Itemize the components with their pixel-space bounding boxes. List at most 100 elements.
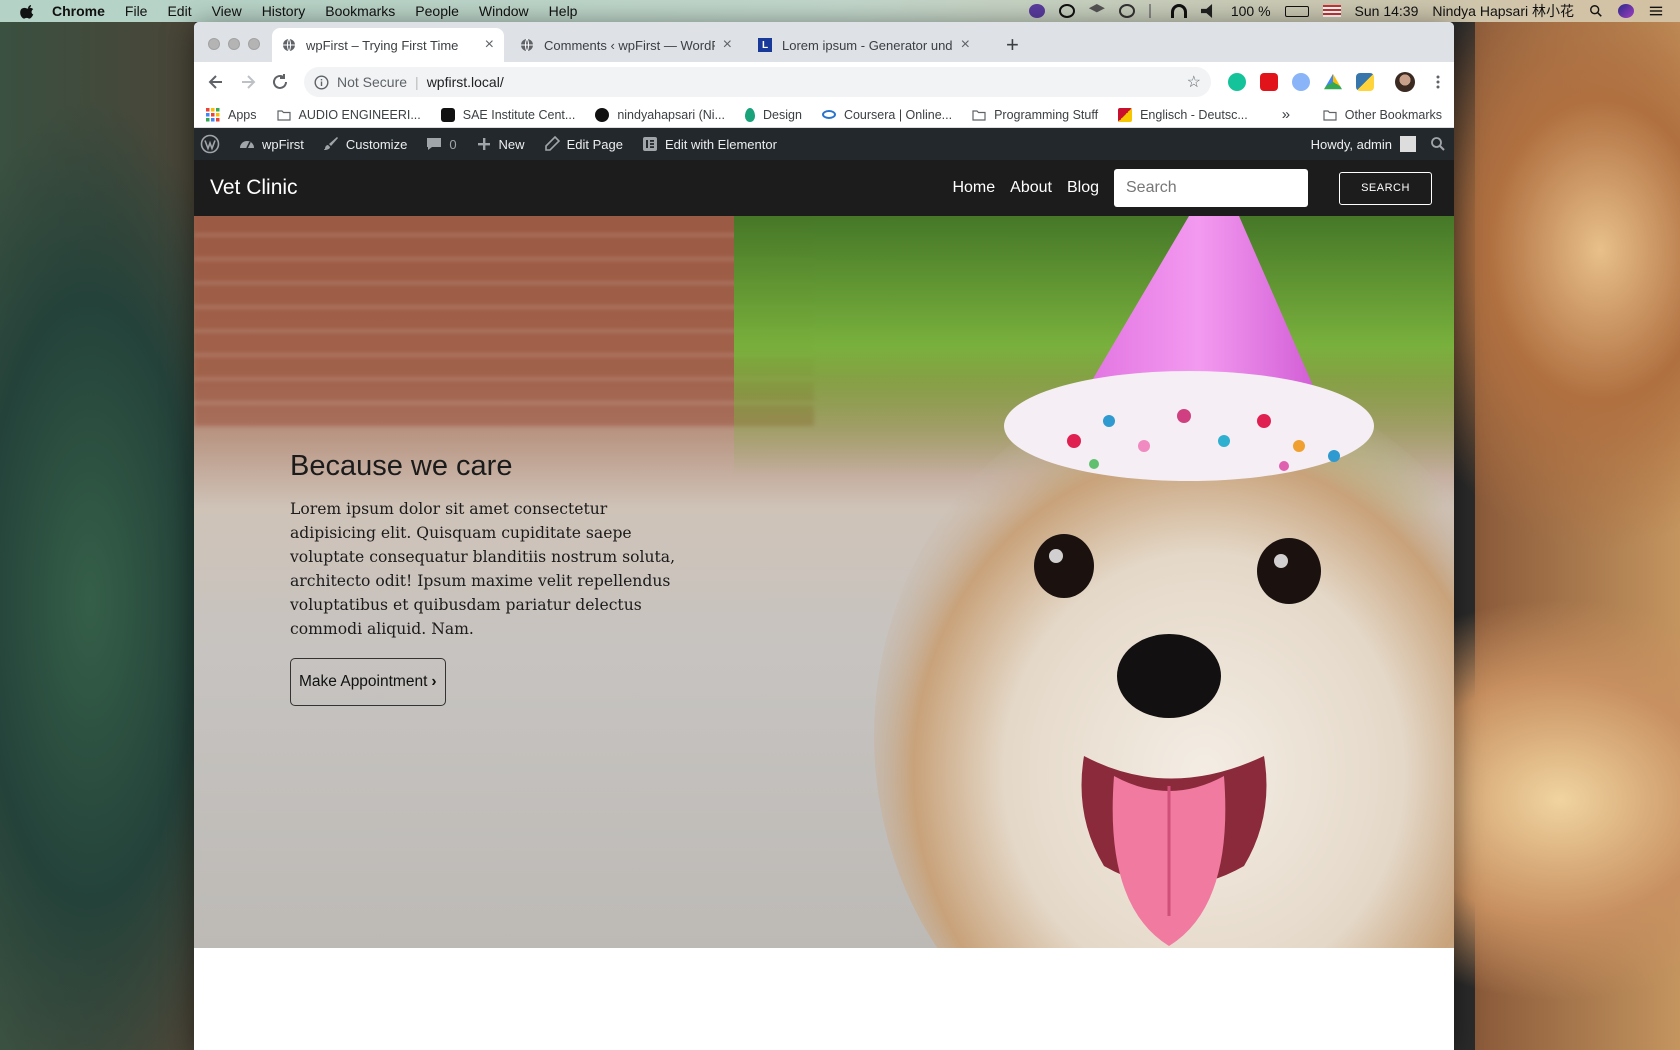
wp-admin-search-icon[interactable] xyxy=(1430,136,1446,152)
folder-icon xyxy=(1323,109,1337,121)
grammarly-extension-icon[interactable] xyxy=(1228,73,1246,91)
plus-icon xyxy=(477,138,490,150)
chrome-menu-icon[interactable] xyxy=(1430,74,1446,90)
input-source-flag-icon[interactable] xyxy=(1322,5,1341,17)
menu-app-name[interactable]: Chrome xyxy=(52,3,105,19)
creative-cloud-icon[interactable] xyxy=(1058,4,1075,18)
spotlight-search-icon[interactable] xyxy=(1588,4,1604,18)
bookmark-apps[interactable]: Apps xyxy=(206,107,257,122)
close-tab-icon[interactable]: × xyxy=(723,36,732,54)
app-status-icon[interactable] xyxy=(1028,4,1045,18)
site-search-button[interactable]: SEARCH xyxy=(1339,171,1432,205)
minimize-window-button[interactable] xyxy=(228,38,240,50)
site-brand[interactable]: Vet Clinic xyxy=(210,176,298,200)
info-icon[interactable] xyxy=(314,74,329,90)
nav-blog[interactable]: Blog xyxy=(1067,179,1099,197)
wp-edit-page[interactable]: Edit Page xyxy=(543,135,623,153)
bookmark-programming-stuff[interactable]: Programming Stuff xyxy=(972,108,1098,122)
forward-arrow-icon[interactable] xyxy=(234,68,262,96)
close-window-button[interactable] xyxy=(208,38,220,50)
dropbox-icon[interactable] xyxy=(1088,4,1105,13)
wp-new-content[interactable]: New xyxy=(475,135,525,153)
dictionary-favicon-icon xyxy=(1118,107,1133,122)
pencil-icon xyxy=(544,135,560,151)
wp-user-menu[interactable]: Howdy, admin xyxy=(1311,136,1416,152)
folder-icon xyxy=(276,109,291,121)
menubar-user[interactable]: Nindya Hapsari 林小花 xyxy=(1432,1,1574,21)
menu-window[interactable]: Window xyxy=(479,3,529,19)
comment-bubble-icon xyxy=(427,138,442,150)
bookmark-other-bookmarks[interactable]: Other Bookmarks xyxy=(1323,108,1442,122)
menu-view[interactable]: View xyxy=(212,3,242,19)
tab-comments[interactable]: Comments ‹ wpFirst — WordPr × xyxy=(510,28,742,62)
more-bookmarks-chevron-icon[interactable]: » xyxy=(1282,106,1290,123)
profile-avatar[interactable] xyxy=(1395,72,1415,92)
bookmark-design[interactable]: Design xyxy=(745,107,802,122)
site-search-input[interactable]: Search xyxy=(1114,169,1308,207)
nav-about[interactable]: About xyxy=(1010,179,1052,197)
back-arrow-icon[interactable] xyxy=(202,68,230,96)
tab-title: wpFirst – Trying First Time xyxy=(306,37,459,53)
url-text[interactable]: wpfirst.local/ xyxy=(427,74,504,90)
bookmark-label: Programming Stuff xyxy=(994,107,1099,122)
wp-site-name[interactable]: wpFirst xyxy=(238,135,304,153)
bookmark-label: Coursera | Online... xyxy=(843,107,953,122)
globe-icon xyxy=(521,38,533,52)
make-appointment-button[interactable]: Make Appointment › xyxy=(290,658,446,706)
coursera-icon xyxy=(821,110,836,119)
bookmark-label: Other Bookmarks xyxy=(1344,107,1442,122)
battery-icon[interactable] xyxy=(1284,5,1309,17)
apple-icon[interactable] xyxy=(20,3,36,19)
zoom-window-button[interactable] xyxy=(248,38,260,50)
bookmark-label: SAE Institute Cent... xyxy=(462,107,576,122)
chevron-right-icon: › xyxy=(431,673,437,690)
feather-extension-icon[interactable] xyxy=(1292,73,1310,91)
macos-menubar: Chrome File Edit View History Bookmarks … xyxy=(0,0,1680,22)
bookmark-github[interactable]: nindyahapsari (Ni... xyxy=(595,107,726,122)
dashboard-gauge-icon xyxy=(240,141,254,149)
security-status[interactable]: Not Secure xyxy=(337,74,407,90)
menu-help[interactable]: Help xyxy=(549,3,578,19)
menu-history[interactable]: History xyxy=(262,3,306,19)
site-header: Vet Clinic Home About Blog Search SEARCH xyxy=(194,160,1454,216)
menu-bookmarks[interactable]: Bookmarks xyxy=(325,3,395,19)
bookmark-label: nindyahapsari (Ni... xyxy=(617,107,726,122)
google-drive-extension-icon[interactable] xyxy=(1324,73,1342,90)
menubar-clock[interactable]: Sun 14:39 xyxy=(1355,3,1419,19)
bookmark-audio-engineering[interactable]: AUDIO ENGINEERI... xyxy=(276,108,421,122)
python-extension-icon[interactable] xyxy=(1356,73,1374,91)
omnibox-separator: | xyxy=(415,74,419,90)
wp-logo-menu[interactable] xyxy=(200,134,220,154)
bookmark-label: Englisch - Deutsc... xyxy=(1140,107,1248,122)
adblock-extension-icon[interactable] xyxy=(1260,73,1278,91)
wp-comments[interactable]: 0 xyxy=(425,135,457,153)
siri-icon[interactable] xyxy=(1618,4,1634,18)
notification-center-icon[interactable] xyxy=(1648,4,1664,18)
wifi-icon[interactable] xyxy=(1170,4,1187,18)
search-button-label: SEARCH xyxy=(1361,182,1410,194)
reload-icon[interactable] xyxy=(266,68,294,96)
bookmark-coursera[interactable]: Coursera | Online... xyxy=(821,107,953,122)
menu-edit[interactable]: Edit xyxy=(167,3,191,19)
tab-lorem-ipsum[interactable]: L Lorem ipsum - Generator und I × xyxy=(748,28,980,62)
new-tab-icon[interactable]: + xyxy=(1006,32,1019,58)
bluetooth-icon[interactable] xyxy=(1148,4,1157,18)
menu-file[interactable]: File xyxy=(125,3,148,19)
wp-customize[interactable]: Customize xyxy=(322,135,407,153)
time-machine-icon[interactable] xyxy=(1118,4,1135,18)
nav-home[interactable]: Home xyxy=(952,179,995,197)
bookmark-sae-institute[interactable]: SAE Institute Cent... xyxy=(440,107,576,122)
hero-title: Because we care xyxy=(290,450,513,482)
battery-percentage: 100 % xyxy=(1230,3,1271,19)
globe-icon xyxy=(283,38,295,52)
volume-icon[interactable] xyxy=(1200,4,1213,18)
close-tab-icon[interactable]: × xyxy=(485,36,494,54)
wp-edit-with-elementor[interactable]: Edit with Elementor xyxy=(641,135,777,153)
menu-people[interactable]: People xyxy=(415,3,459,19)
bookmark-star-icon[interactable]: ☆ xyxy=(1187,72,1201,92)
hero-description: Lorem ipsum dolor sit amet consectetur a… xyxy=(290,500,676,638)
bookmark-englisch-deutsch[interactable]: Englisch - Deutsc... xyxy=(1118,107,1248,122)
close-tab-icon[interactable]: × xyxy=(961,36,970,54)
address-bar[interactable]: Not Secure | wpfirst.local/ ☆ xyxy=(304,67,1211,97)
tab-wpfirst[interactable]: wpFirst – Trying First Time × xyxy=(272,28,504,62)
